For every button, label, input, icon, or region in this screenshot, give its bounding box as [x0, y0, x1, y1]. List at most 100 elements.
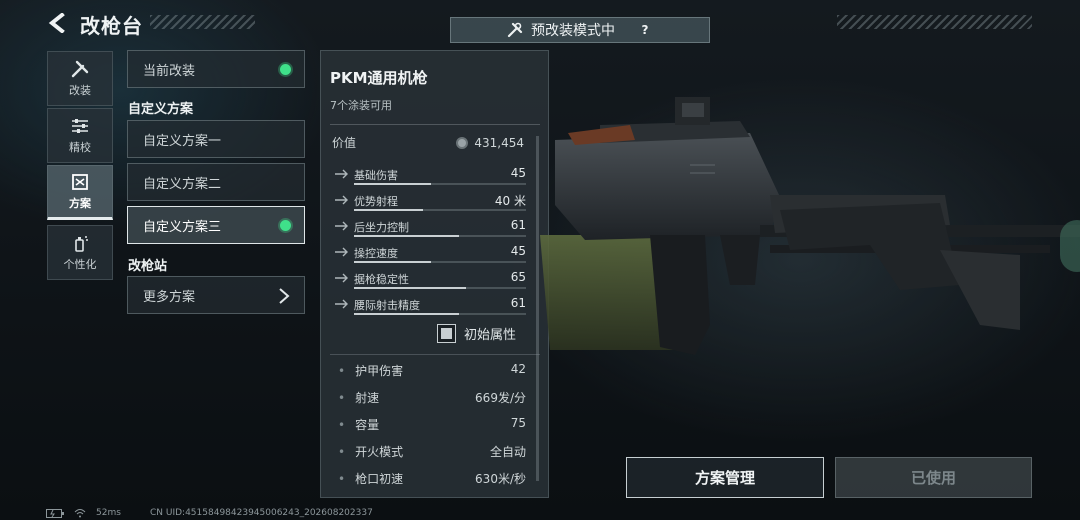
custom-scheme-1-button[interactable]: 自定义方案一: [127, 120, 305, 158]
stat-label: 基础伤害: [354, 169, 398, 182]
mode-banner-label: 预改装模式中: [531, 23, 615, 39]
hipfire-icon: [335, 299, 348, 309]
wrench-screwdriver-icon: [70, 60, 90, 78]
stat-value: 61: [510, 218, 526, 232]
stat-bar: [354, 287, 526, 289]
extra-stat-row: • 射速 669发/分: [338, 389, 526, 409]
damage-icon: [335, 169, 348, 179]
stats-scrollbar[interactable]: [536, 136, 539, 481]
stat-bar-fill: [354, 287, 466, 289]
handling-icon: [335, 247, 348, 257]
in-use-button: 已使用: [835, 457, 1032, 498]
mode-banner: 预改装模式中 ?: [450, 17, 710, 43]
header-hatch-decoration: [150, 15, 255, 29]
stat-label: 优势射程: [354, 195, 398, 208]
extra-stat-row: • 枪口初速 630米/秒: [338, 470, 526, 490]
stat-bar-fill: [354, 183, 432, 185]
nav-item-modify[interactable]: 改装: [47, 51, 113, 106]
extra-stat-label: 开火模式: [355, 445, 404, 459]
extra-stat-value: 669发/分: [475, 391, 526, 405]
nav-label-modify: 改装: [69, 83, 91, 97]
stat-row: 优势射程 40 米: [332, 191, 526, 217]
stat-label: 据枪稳定性: [354, 273, 409, 286]
scheme-management-button[interactable]: 方案管理: [626, 457, 824, 498]
help-label: ?: [641, 23, 649, 37]
custom-scheme-2-label: 自定义方案二: [143, 176, 222, 192]
stat-bar: [354, 209, 526, 211]
skins-available: 7个涂装可用: [330, 99, 392, 112]
base-attributes-label: 初始属性: [464, 328, 517, 343]
stat-row: 据枪稳定性 65: [332, 269, 526, 295]
sliders-icon: [70, 117, 90, 135]
stat-value: 65: [510, 270, 526, 284]
coin-icon: [456, 136, 469, 149]
gunsmith-station-section-title: 改枪站: [128, 259, 168, 274]
scheme-current-button[interactable]: 当前改装: [127, 50, 305, 88]
stability-icon: [335, 273, 348, 283]
extra-stat-label: 护甲伤害: [355, 364, 404, 378]
nav-label-tune: 精校: [69, 140, 91, 154]
more-schemes-label: 更多方案: [143, 289, 196, 305]
user-uid: CN UID:4515849842394500624​3_20260820233…: [150, 508, 373, 518]
panel-divider: [330, 354, 540, 355]
price-value: 431,454: [474, 135, 524, 150]
bullet-icon: •: [338, 472, 346, 486]
pkm-machine-gun-image: [540, 97, 1080, 355]
stat-row: 操控速度 45: [332, 243, 526, 269]
side-panel-handle[interactable]: [1060, 220, 1080, 272]
stat-bar-fill: [354, 209, 423, 211]
panel-divider: [330, 124, 540, 125]
base-attributes-toggle[interactable]: 初始属性: [437, 324, 516, 343]
stat-value: 40 米: [494, 194, 526, 208]
bullet-icon: •: [338, 418, 346, 432]
extra-stat-label: 枪口初速: [355, 472, 404, 486]
extra-stat-value: 75: [510, 416, 526, 430]
custom-scheme-3-label: 自定义方案三: [143, 219, 222, 235]
stat-value: 61: [510, 296, 526, 310]
stat-bar-fill: [354, 261, 432, 263]
price-label: 价值: [332, 136, 357, 150]
more-schemes-button[interactable]: 更多方案: [127, 276, 305, 314]
page-title: 改枪台: [80, 14, 143, 38]
custom-scheme-3-button[interactable]: 自定义方案三: [127, 206, 305, 244]
base-attributes-checkbox[interactable]: [437, 324, 456, 343]
in-use-label: 已使用: [910, 469, 956, 487]
nav-label-personalize: 个性化: [63, 257, 97, 271]
nav-item-scheme[interactable]: 方案: [47, 165, 113, 220]
ping-value: 52ms: [96, 508, 121, 518]
scheme-management-label: 方案管理: [694, 469, 755, 487]
spray-can-icon: [70, 234, 90, 252]
stat-bar: [354, 235, 526, 237]
stat-label: 操控速度: [354, 247, 398, 260]
extra-stat-row: • 护甲伤害 42: [338, 362, 526, 382]
wrench-screwdriver-icon: [507, 22, 523, 38]
back-arrow-icon: [48, 13, 65, 33]
stat-value: 45: [510, 166, 526, 180]
extra-stat-label: 容量: [355, 418, 380, 432]
bullet-icon: •: [338, 391, 346, 405]
stat-bar: [354, 313, 526, 315]
stat-row: 基础伤害 45: [332, 165, 526, 191]
help-button[interactable]: ?: [637, 22, 653, 38]
extra-stat-value: 42: [510, 362, 526, 376]
extra-stat-value: 630米/秒: [475, 472, 526, 486]
nav-item-tune[interactable]: 精校: [47, 108, 113, 163]
custom-scheme-section-title: 自定义方案: [128, 102, 194, 117]
custom-scheme-2-button[interactable]: 自定义方案二: [127, 163, 305, 201]
extra-stat-value: 全自动: [489, 445, 526, 459]
stat-bar: [354, 261, 526, 263]
active-indicator-dot: [280, 64, 291, 75]
stat-row: 后坐力控制 61: [332, 217, 526, 243]
weapon-name: PKM通用机枪: [330, 69, 428, 87]
range-icon: [335, 195, 348, 205]
battery-icon: [46, 508, 64, 518]
stat-bar: [354, 183, 526, 185]
back-button[interactable]: [44, 10, 70, 36]
active-indicator-dot: [280, 220, 291, 231]
stat-bar-fill: [354, 313, 459, 315]
stat-value: 45: [510, 244, 526, 258]
wifi-icon: [74, 509, 86, 518]
stat-bar-fill: [354, 235, 459, 237]
nav-item-personalize[interactable]: 个性化: [47, 225, 113, 280]
scheme-icon: [70, 173, 90, 191]
